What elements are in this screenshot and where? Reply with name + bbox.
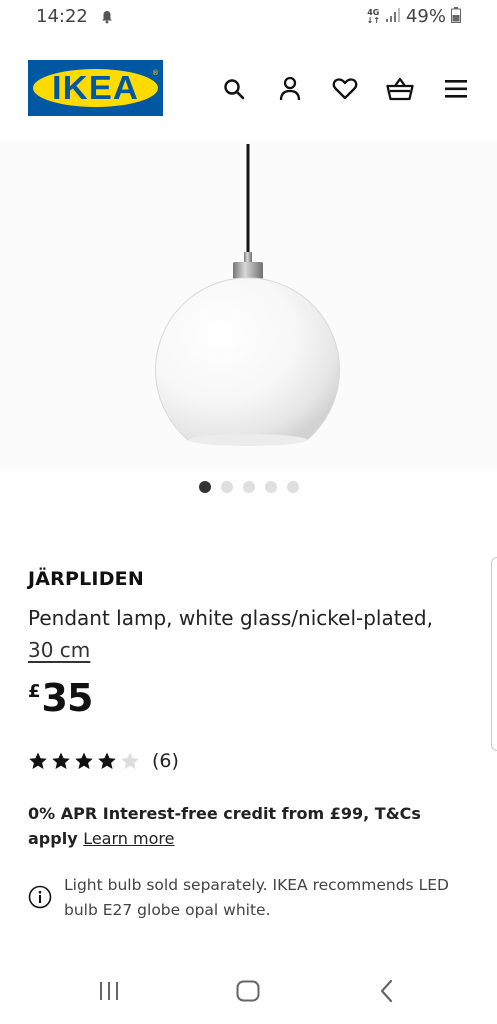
logo-registered-mark: ®	[152, 69, 159, 77]
battery-percent: 49%	[405, 6, 446, 27]
product-name: JÄRPLIDEN	[28, 568, 144, 590]
carousel-dot[interactable]	[286, 481, 299, 493]
bulb-info-notice: Light bulb sold separately. IKEA recomme…	[28, 873, 468, 923]
shopping-basket-icon[interactable]	[385, 74, 415, 104]
credit-offer: 0% APR Interest-free credit from £99, T&…	[28, 801, 468, 851]
product-rating[interactable]: (6)	[28, 750, 179, 772]
star-filled-icon	[98, 752, 116, 769]
star-filled-icon	[75, 752, 93, 769]
menu-icon[interactable]	[441, 74, 471, 104]
carousel-dot[interactable]	[264, 481, 277, 493]
status-right: 4G ↓↑ 49%	[367, 6, 461, 27]
carousel-dot[interactable]	[242, 481, 255, 493]
wishlist-heart-icon[interactable]	[330, 74, 360, 104]
star-filled-icon	[29, 752, 47, 769]
status-time: 14:22	[36, 6, 88, 27]
scroll-handle[interactable]	[491, 557, 497, 751]
logo-text: IKEA	[52, 69, 139, 106]
price-amount: 35	[41, 676, 94, 720]
network-activity-label: ↓↑	[366, 15, 380, 25]
signal-strength-icon	[385, 7, 401, 27]
image-carousel-dots	[0, 481, 497, 493]
rating-stars	[28, 751, 140, 771]
status-bar: 14:22 4G ↓↑ 49%	[0, 0, 497, 36]
recent-apps-icon[interactable]	[89, 975, 129, 1007]
pendant-lamp-illustration	[155, 144, 340, 446]
system-navigation-bar	[0, 965, 497, 1024]
account-icon[interactable]	[275, 74, 305, 104]
battery-icon	[451, 6, 461, 27]
info-icon	[28, 885, 52, 909]
star-filled-icon	[52, 752, 70, 769]
bulb-info-text: Light bulb sold separately. IKEA recomme…	[64, 876, 449, 919]
price-currency: £	[28, 681, 41, 702]
product-price: £ 35	[28, 675, 94, 721]
product-description-block: Pendant lamp, white glass/nickel-plated,…	[28, 602, 468, 666]
search-icon[interactable]	[219, 74, 249, 104]
carousel-dot-active[interactable]	[198, 481, 211, 493]
rating-count: (6)	[152, 750, 179, 772]
product-description: Pendant lamp, white glass/nickel-plated,	[28, 606, 433, 630]
back-icon[interactable]	[367, 975, 407, 1007]
notification-bell-icon	[100, 9, 114, 28]
learn-more-link[interactable]: Learn more	[83, 829, 174, 848]
star-empty-icon	[121, 752, 139, 769]
network-type-icon: 4G ↓↑	[366, 8, 380, 25]
ikea-logo[interactable]: IKEA ®	[28, 60, 163, 116]
home-icon[interactable]	[228, 975, 268, 1007]
site-header: IKEA ®	[0, 60, 497, 118]
carousel-dot[interactable]	[220, 481, 233, 493]
product-image[interactable]	[0, 140, 497, 470]
product-size-link[interactable]: 30 cm	[28, 638, 90, 662]
